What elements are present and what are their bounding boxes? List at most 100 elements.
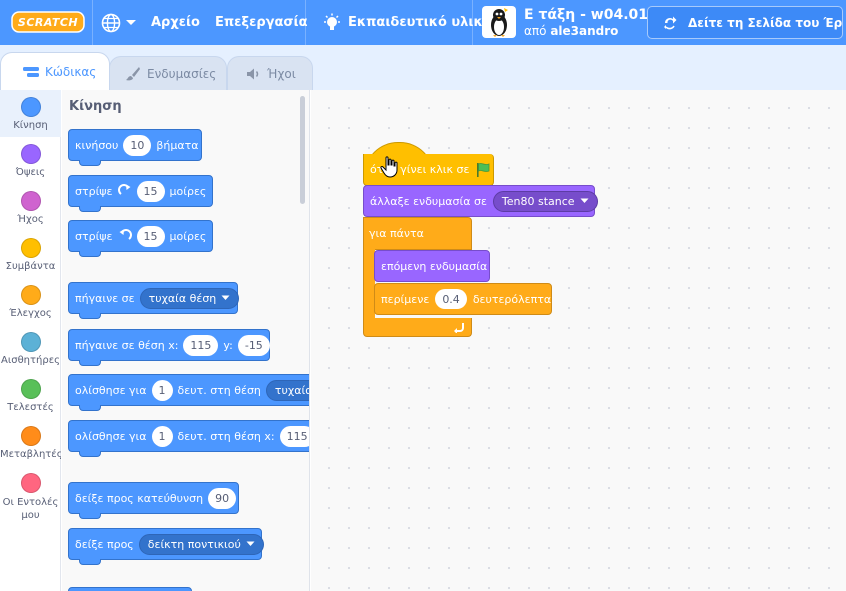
- go-to-dropdown[interactable]: τυχαία θέση: [139, 287, 240, 309]
- green-flag-icon: [477, 162, 490, 177]
- menu-separator: [92, 0, 93, 45]
- block-go-to-xy[interactable]: πήγαινε σε θέση x: 115 y: -15: [68, 329, 270, 366]
- block-notch: [79, 206, 101, 212]
- block-point-in-direction[interactable]: δείξε προς κατεύθυνση 90: [68, 482, 239, 519]
- block-glide-to-xy[interactable]: ολίσθησε για 1 δευτ. στη θέση x: 115: [68, 420, 309, 457]
- forever-bottom: [363, 318, 472, 337]
- control-dot-icon: [20, 285, 41, 305]
- category-my-blocks[interactable]: Οι Εντολές μου: [0, 466, 61, 526]
- block-text: για πάντα: [369, 227, 424, 240]
- seconds-input[interactable]: 1: [151, 425, 173, 447]
- looks-dot-icon: [20, 144, 41, 164]
- direction-input[interactable]: 90: [208, 487, 237, 509]
- category-sound[interactable]: Ήχος: [0, 184, 61, 231]
- wait-seconds-input[interactable]: 0.4: [435, 289, 467, 309]
- block-next-costume[interactable]: επόμενη ενδυμασία: [374, 250, 490, 282]
- point-towards-dropdown[interactable]: δείκτη ποντικιού: [138, 533, 264, 555]
- block-move-steps[interactable]: κινήσου 10 βήματα: [68, 129, 202, 166]
- category-label: Οι Εντολές μου: [2, 497, 59, 521]
- author-name[interactable]: ale3andro: [550, 24, 618, 38]
- block-turn-right[interactable]: στρίψε 15 μοίρες: [68, 175, 213, 212]
- category-looks[interactable]: Όψεις: [0, 137, 61, 184]
- block-glide-to[interactable]: ολίσθησε για 1 δευτ. στη θέση τυχαία θέσ…: [68, 374, 310, 411]
- glide-target-dropdown[interactable]: τυχαία θέση: [265, 379, 310, 401]
- tab-costumes[interactable]: Ενδυμασίες: [109, 56, 227, 90]
- block-text: πήγαινε σε: [75, 291, 135, 305]
- category-variables[interactable]: Μεταβλητές: [0, 419, 61, 466]
- x-input[interactable]: 115: [183, 334, 219, 356]
- category-motion[interactable]: Κίνηση: [0, 90, 61, 137]
- category-operators[interactable]: Τελεστές: [0, 372, 61, 419]
- block-text: y:: [223, 338, 233, 352]
- tutorials-label: Εκπαιδευτικό υλικό: [348, 15, 492, 30]
- scratch-logo[interactable]: SCRATCH: [11, 10, 85, 34]
- category-sensing[interactable]: Αισθητήρες: [0, 325, 61, 372]
- costume-dropdown[interactable]: Ten80 stance: [492, 190, 598, 212]
- dropdown-value: τυχαία θέση: [274, 383, 310, 397]
- block-text: δείξε προς κατεύθυνση: [75, 491, 204, 505]
- file-menu[interactable]: Αρχείο: [151, 0, 200, 45]
- degrees-input[interactable]: 15: [136, 180, 165, 202]
- sensing-dot-icon: [20, 332, 41, 352]
- penguin-icon: [491, 8, 508, 37]
- block-text: άλλαξε ενδυμασία σε: [370, 194, 487, 208]
- sound-dot-icon: [20, 191, 41, 211]
- block-text: ολίσθησε για: [75, 429, 147, 443]
- x-input[interactable]: 115: [279, 425, 309, 447]
- block-go-to[interactable]: πήγαινε σε τυχαία θέση: [68, 282, 240, 319]
- see-project-page-label: Δείτε τη Σελίδα του Έργου: [688, 15, 843, 30]
- category-events[interactable]: Συμβάντα: [0, 231, 61, 278]
- category-control[interactable]: Έλεγχος: [0, 278, 61, 325]
- see-project-page-button[interactable]: Δείτε τη Σελίδα του Έργου: [647, 6, 843, 39]
- brush-icon: [126, 66, 140, 80]
- project-title[interactable]: Ε τάξη - w04.01: [524, 7, 648, 23]
- block-switch-costume[interactable]: άλλαξε ενδυμασία σε Ten80 stance: [363, 185, 598, 217]
- edit-menu[interactable]: Επεξεργασία: [215, 0, 308, 45]
- menu-separator: [472, 0, 473, 45]
- category-label: Έλεγχος: [9, 308, 52, 319]
- my-blocks-dot-icon: [20, 473, 41, 493]
- degrees-input[interactable]: 15: [136, 225, 165, 247]
- lightbulb-icon: [324, 13, 340, 30]
- project-thumbnail[interactable]: [482, 6, 516, 38]
- block-turn-left[interactable]: στρίψε 15 μοίρες: [68, 220, 213, 257]
- tab-sounds-label: Ήχοι: [267, 66, 296, 81]
- forever-label-wrap: για πάντα: [363, 217, 424, 250]
- palette-heading: Κίνηση: [69, 99, 122, 114]
- category-label: Ήχος: [17, 214, 44, 225]
- block-wait[interactable]: περίμενε 0.4 δευτερόλεπτα: [374, 283, 552, 315]
- logo-text: SCRATCH: [17, 15, 79, 29]
- palette-scrollbar[interactable]: [300, 96, 305, 204]
- y-input[interactable]: -15: [237, 334, 270, 356]
- block-text: στρίψε: [75, 184, 113, 198]
- dropdown-arrow-icon: [221, 295, 230, 300]
- steps-input[interactable]: 10: [123, 134, 152, 156]
- tutorials-button[interactable]: Εκπαιδευτικό υλικό: [322, 0, 492, 45]
- tab-code-label: Κώδικας: [45, 65, 97, 79]
- seconds-input[interactable]: 1: [151, 379, 173, 401]
- author-prefix: από: [524, 24, 547, 38]
- dropdown-arrow-icon: [246, 541, 255, 546]
- category-label: Αισθητήρες: [1, 355, 60, 366]
- block-text: δευτ. στη θέση x:: [177, 429, 275, 443]
- events-dot-icon: [20, 238, 41, 258]
- block-text: στρίψε: [75, 229, 113, 243]
- share-arrows-icon: [664, 16, 677, 29]
- hand-cursor-icon: [380, 156, 398, 178]
- code-icon: [23, 67, 39, 77]
- dropdown-value: Ten80 stance: [501, 194, 575, 208]
- script-workspace[interactable]: όταν γίνει κλικ σε άλλαξε ενδυμασία σε T…: [311, 90, 846, 591]
- language-menu[interactable]: [101, 0, 137, 45]
- block-notch: [79, 251, 101, 257]
- block-notch: [79, 513, 101, 519]
- block-text: δευτερόλεπτα: [472, 292, 552, 306]
- tab-sounds[interactable]: Ήχοι: [227, 56, 313, 90]
- variables-dot-icon: [20, 426, 41, 446]
- block-partial[interactable]: [68, 587, 192, 591]
- block-point-towards[interactable]: δείξε προς δείκτη ποντικιού: [68, 528, 264, 565]
- category-label: Συμβάντα: [5, 261, 56, 272]
- motion-dot-icon: [20, 97, 41, 117]
- rotate-left-icon: [119, 229, 132, 240]
- tab-code[interactable]: Κώδικας: [0, 52, 110, 91]
- block-palette: Κίνηση κινήσου 10 βήματα στρίψε 15 μοίρε…: [62, 90, 310, 591]
